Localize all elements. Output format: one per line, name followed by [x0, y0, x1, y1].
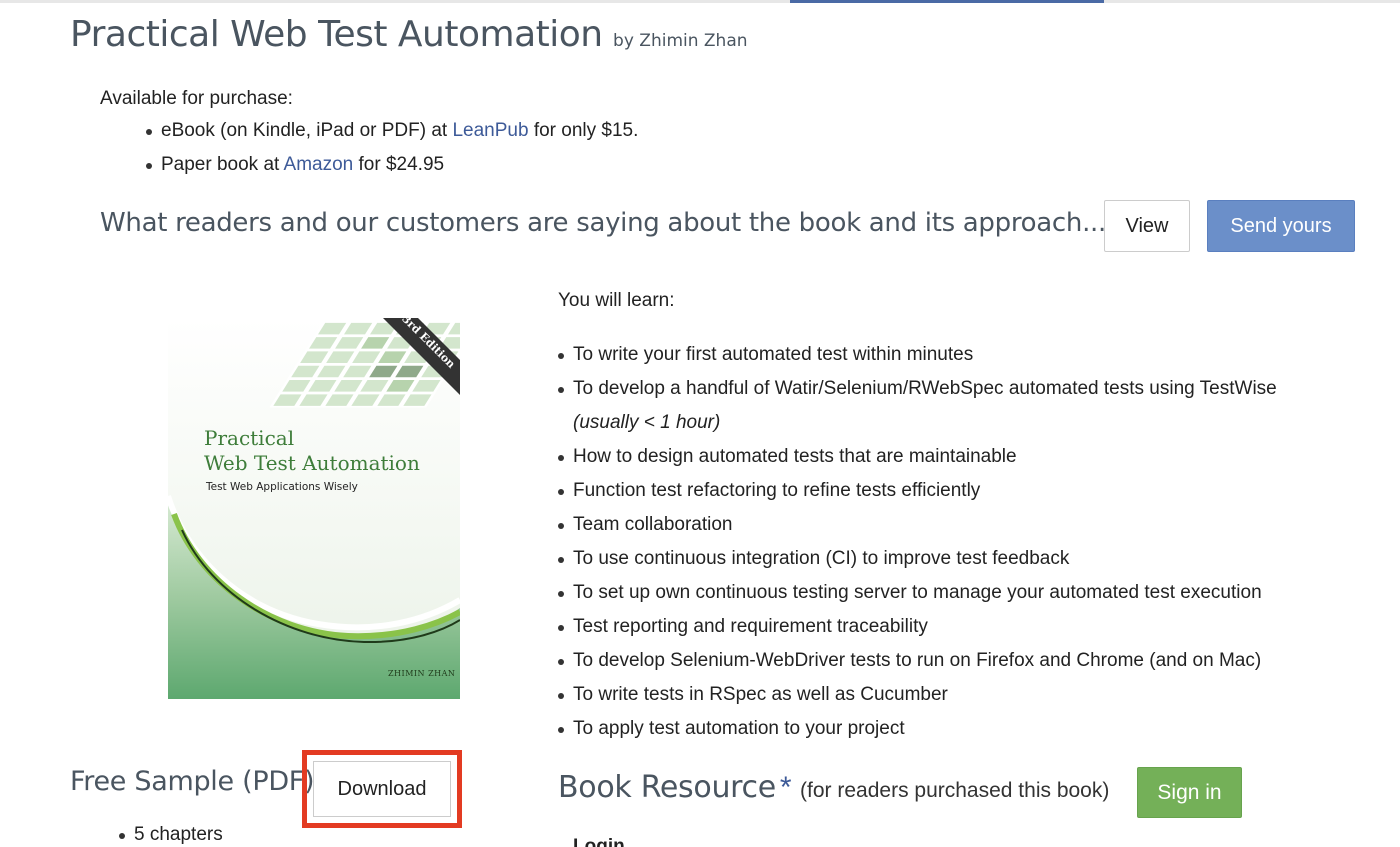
- list-item: To apply test automation to your project: [558, 712, 1277, 746]
- book-resource-section: Book Resource * (for readers purchased th…: [558, 770, 1109, 805]
- list-item: To write your first automated test withi…: [558, 338, 1277, 372]
- list-item: eBook (on Kindle, iPad or PDF) at LeanPu…: [100, 114, 638, 148]
- list-item: Test reporting and requirement traceabil…: [558, 610, 1277, 644]
- sample-contents-list: 5 chapters: [119, 824, 223, 846]
- purchase-heading: Available for purchase:: [100, 88, 293, 109]
- sign-in-button[interactable]: Sign in: [1137, 767, 1242, 818]
- purchase-section: Available for purchase: eBook (on Kindle…: [100, 88, 638, 182]
- leanpub-link[interactable]: LeanPub: [452, 120, 528, 141]
- learn-list: To write your first automated test withi…: [558, 338, 1277, 746]
- login-label: Login: [573, 836, 625, 847]
- book-resource-title: Book Resource: [558, 770, 776, 805]
- required-asterisk: *: [779, 771, 792, 804]
- cover-author: ZHIMIN ZHAN: [388, 669, 455, 678]
- amazon-link[interactable]: Amazon: [284, 154, 354, 175]
- paper-prefix: Paper book at: [161, 154, 284, 175]
- learn-section: You will learn: To write your first auto…: [558, 288, 1277, 746]
- cover-title-line2: Web Test Automation: [204, 451, 420, 475]
- learn-heading: You will learn:: [558, 290, 675, 311]
- author-byline: by Zhimin Zhan: [613, 31, 748, 51]
- ebook-suffix: for only $15.: [528, 120, 639, 141]
- list-item-text: To develop a handful of Watir/Selenium/R…: [573, 378, 1277, 399]
- send-testimonial-button[interactable]: Send yours: [1207, 200, 1355, 252]
- list-item: How to design automated tests that are m…: [558, 440, 1277, 474]
- free-sample-title: Free Sample (PDF): [70, 766, 315, 797]
- list-item: To develop a handful of Watir/Selenium/R…: [558, 372, 1277, 440]
- book-cover-image: 3rd Edition Practical Web Test Automatio…: [168, 318, 460, 699]
- purchase-list: eBook (on Kindle, iPad or PDF) at LeanPu…: [100, 114, 638, 182]
- cover-title-line1: Practical: [204, 426, 294, 450]
- page-title: Practical Web Test Automation: [70, 14, 603, 55]
- free-sample-section: Free Sample (PDF): [70, 766, 315, 797]
- view-testimonials-button[interactable]: View: [1104, 200, 1190, 252]
- list-item-note: (usually < 1 hour): [573, 412, 721, 433]
- list-item: Function test refactoring to refine test…: [558, 474, 1277, 508]
- list-item: Paper book at Amazon for $24.95: [100, 148, 638, 182]
- list-item: To write tests in RSpec as well as Cucum…: [558, 678, 1277, 712]
- list-item: To set up own continuous testing server …: [558, 576, 1277, 610]
- ebook-prefix: eBook (on Kindle, iPad or PDF) at: [161, 120, 453, 141]
- cover-subtitle: Test Web Applications Wisely: [205, 481, 358, 493]
- download-sample-button[interactable]: Download: [313, 761, 451, 817]
- active-nav-indicator: [790, 0, 1104, 3]
- testimonials-text: What readers and our customers are sayin…: [100, 208, 1106, 238]
- list-item: To develop Selenium-WebDriver tests to r…: [558, 644, 1277, 678]
- paper-suffix: for $24.95: [353, 154, 445, 175]
- page-header: Practical Web Test Automation by Zhimin …: [70, 14, 748, 55]
- top-border: [0, 0, 1400, 3]
- book-resource-note: (for readers purchased this book): [800, 779, 1110, 802]
- list-item: Team collaboration: [558, 508, 1277, 542]
- list-item: To use continuous integration (CI) to im…: [558, 542, 1277, 576]
- list-item: 5 chapters: [119, 824, 223, 846]
